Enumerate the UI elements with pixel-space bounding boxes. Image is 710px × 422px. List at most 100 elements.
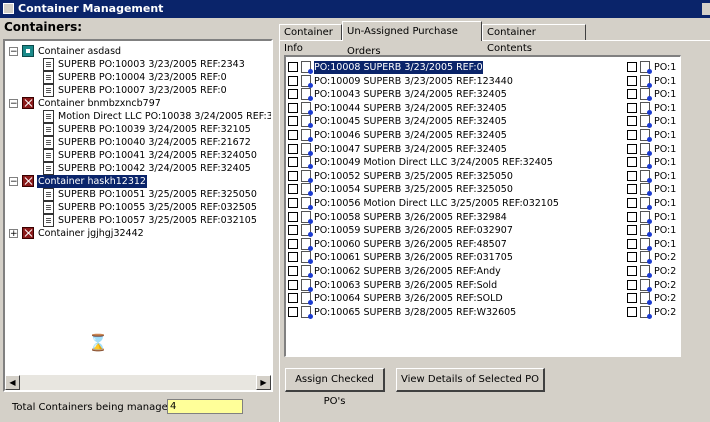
tab-container-info[interactable]: Container Info — [279, 24, 342, 54]
po-checkbox[interactable] — [288, 102, 298, 113]
po-row[interactable]: PO:10052 SUPERB 3/25/2005 REF:325050 PO:1 — [288, 169, 678, 183]
po-document-icon — [301, 305, 313, 319]
po-row[interactable]: PO:10049 Motion Direct LLC 3/24/2005 REF… — [288, 156, 678, 170]
container-label[interactable]: Container bnmbzxncb797 — [37, 97, 162, 110]
po-checkbox-right[interactable] — [627, 279, 637, 290]
po-row[interactable]: PO:10046 SUPERB 3/24/2005 REF:32405 PO:1 — [288, 129, 678, 142]
po-text: PO:10052 SUPERB 3/25/2005 REF:325050 — [314, 170, 513, 182]
container-icon — [22, 97, 34, 109]
po-document-icon — [301, 142, 313, 156]
po-checkbox-right[interactable] — [627, 62, 637, 72]
scroll-right-button[interactable]: ▶ — [256, 375, 271, 390]
po-checkbox[interactable] — [288, 184, 298, 195]
po-checkbox[interactable] — [288, 143, 298, 154]
scroll-left-button[interactable]: ◀ — [5, 375, 20, 390]
po-document-icon — [640, 265, 652, 278]
po-document-icon — [640, 169, 652, 183]
po-checkbox-right[interactable] — [627, 89, 637, 100]
total-containers-field[interactable]: 4 — [167, 399, 243, 414]
container-label[interactable]: Container haskh12312 — [37, 175, 147, 188]
po-document-icon — [640, 183, 652, 197]
view-details-button[interactable]: View Details of Selected PO — [396, 368, 545, 392]
tab-unassigned-purchase-orders[interactable]: Un-Assigned Purchase Orders — [342, 21, 482, 57]
po-row[interactable]: PO:10065 SUPERB 3/28/2005 REF:W32605 PO:2 — [288, 305, 678, 319]
po-row[interactable]: PO:10056 Motion Direct LLC 3/25/2005 REF… — [288, 197, 678, 210]
po-row[interactable]: PO:10044 SUPERB 3/24/2005 REF:32405 PO:1 — [288, 101, 678, 115]
po-checkbox-right[interactable] — [627, 75, 637, 86]
po-checkbox[interactable] — [288, 89, 298, 100]
po-checkbox-right[interactable] — [627, 143, 637, 154]
assign-checked-pos-button[interactable]: Assign Checked PO's — [285, 368, 385, 407]
po-row[interactable]: PO:10009 SUPERB 3/23/2005 REF:123440 PO:1 — [288, 74, 678, 88]
po-checkbox-right[interactable] — [627, 225, 637, 236]
po-checkbox-right[interactable] — [627, 293, 637, 304]
po-label: SUPERB PO:10040 3/24/2005 REF:21672 — [58, 137, 251, 148]
container-label[interactable]: Container asdasd — [37, 45, 122, 58]
document-icon — [43, 58, 54, 71]
containers-tree[interactable]: − Container asdasd SUPERB PO:10003 3/23/20… — [3, 39, 273, 392]
po-document-icon — [640, 156, 652, 170]
po-text: PO:10064 SUPERB 3/26/2005 REF:SOLD — [314, 293, 503, 305]
po-label: Motion Direct LLC PO:10038 3/24/2005 REF… — [58, 111, 273, 122]
po-label: SUPERB PO:10039 3/24/2005 REF:32105 — [58, 124, 251, 135]
window-control-button[interactable] — [702, 3, 710, 15]
po-document-icon — [301, 101, 313, 115]
po-row[interactable]: PO:10058 SUPERB 3/26/2005 REF:32984 PO:1 — [288, 210, 678, 224]
tree-horizontal-scrollbar[interactable]: ◀ ▶ — [5, 375, 271, 390]
po-row[interactable]: PO:10061 SUPERB 3/26/2005 REF:031705 PO:2 — [288, 251, 678, 265]
po-checkbox[interactable] — [288, 293, 298, 304]
tab-container-contents[interactable]: Container Contents — [482, 24, 586, 54]
po-checkbox[interactable] — [288, 157, 298, 168]
po-checkbox[interactable] — [288, 75, 298, 86]
po-checkbox[interactable] — [288, 211, 298, 222]
po-row[interactable]: PO:10045 SUPERB 3/24/2005 REF:32405 PO:1 — [288, 115, 678, 129]
po-text-right: PO:2 — [654, 266, 677, 277]
container-label[interactable]: Container jgjhgj32442 — [37, 227, 145, 240]
po-checkbox-right[interactable] — [627, 157, 637, 168]
po-checkbox[interactable] — [288, 116, 298, 127]
po-row[interactable]: PO:10054 SUPERB 3/25/2005 REF:325050 PO:1 — [288, 183, 678, 197]
po-row[interactable]: PO:10062 SUPERB 3/26/2005 REF:Andy PO:2 — [288, 265, 678, 278]
po-row[interactable]: PO:10059 SUPERB 3/26/2005 REF:032907 PO:1 — [288, 224, 678, 238]
po-checkbox-right[interactable] — [627, 266, 637, 276]
collapse-icon[interactable]: − — [9, 99, 18, 109]
po-label: SUPERB PO:10055 3/25/2005 REF:032505 — [58, 202, 257, 213]
po-checkbox[interactable] — [288, 170, 298, 181]
po-row[interactable]: PO:10043 SUPERB 3/24/2005 REF:32405 PO:1 — [288, 88, 678, 102]
po-checkbox[interactable] — [288, 266, 298, 276]
po-checkbox-right[interactable] — [627, 211, 637, 222]
po-checkbox[interactable] — [288, 252, 298, 263]
po-checkbox[interactable] — [288, 225, 298, 236]
po-label: SUPERB PO:10003 3/23/2005 REF:2343 — [58, 59, 245, 70]
po-checkbox[interactable] — [288, 238, 298, 249]
expand-icon[interactable]: + — [9, 229, 18, 239]
po-row[interactable]: PO:10064 SUPERB 3/26/2005 REF:SOLD PO:2 — [288, 292, 678, 306]
po-checkbox[interactable] — [288, 130, 298, 140]
po-checkbox[interactable] — [288, 62, 298, 72]
po-checkbox-right[interactable] — [627, 170, 637, 181]
po-checkbox-right[interactable] — [627, 130, 637, 140]
po-checkbox[interactable] — [288, 306, 298, 317]
po-text-right: PO:1 — [654, 62, 677, 73]
po-text-right: PO:1 — [654, 89, 677, 101]
collapse-icon[interactable]: − — [9, 177, 18, 187]
po-checkbox[interactable] — [288, 279, 298, 290]
po-document-icon — [640, 292, 652, 306]
po-checkbox-right[interactable] — [627, 184, 637, 195]
po-checkbox-right[interactable] — [627, 102, 637, 113]
po-checkbox[interactable] — [288, 198, 298, 208]
po-text-right: PO:2 — [654, 252, 677, 264]
po-checkbox-right[interactable] — [627, 306, 637, 317]
unassigned-po-list[interactable]: PO:10008 SUPERB 3/23/2005 REF:0 PO:1 PO:10… — [284, 55, 681, 357]
po-checkbox-right[interactable] — [627, 198, 637, 208]
po-row[interactable]: PO:10060 SUPERB 3/26/2005 REF:48507 PO:1 — [288, 237, 678, 251]
po-document-icon — [301, 61, 313, 74]
po-text-right: PO:1 — [654, 238, 677, 250]
collapse-icon[interactable]: − — [9, 47, 18, 57]
po-checkbox-right[interactable] — [627, 238, 637, 249]
po-row[interactable]: PO:10063 SUPERB 3/26/2005 REF:Sold PO:2 — [288, 278, 678, 292]
po-checkbox-right[interactable] — [627, 116, 637, 127]
po-checkbox-right[interactable] — [627, 252, 637, 263]
po-row[interactable]: PO:10008 SUPERB 3/23/2005 REF:0 PO:1 — [288, 60, 678, 75]
po-row[interactable]: PO:10047 SUPERB 3/24/2005 REF:32405 PO:1 — [288, 142, 678, 156]
